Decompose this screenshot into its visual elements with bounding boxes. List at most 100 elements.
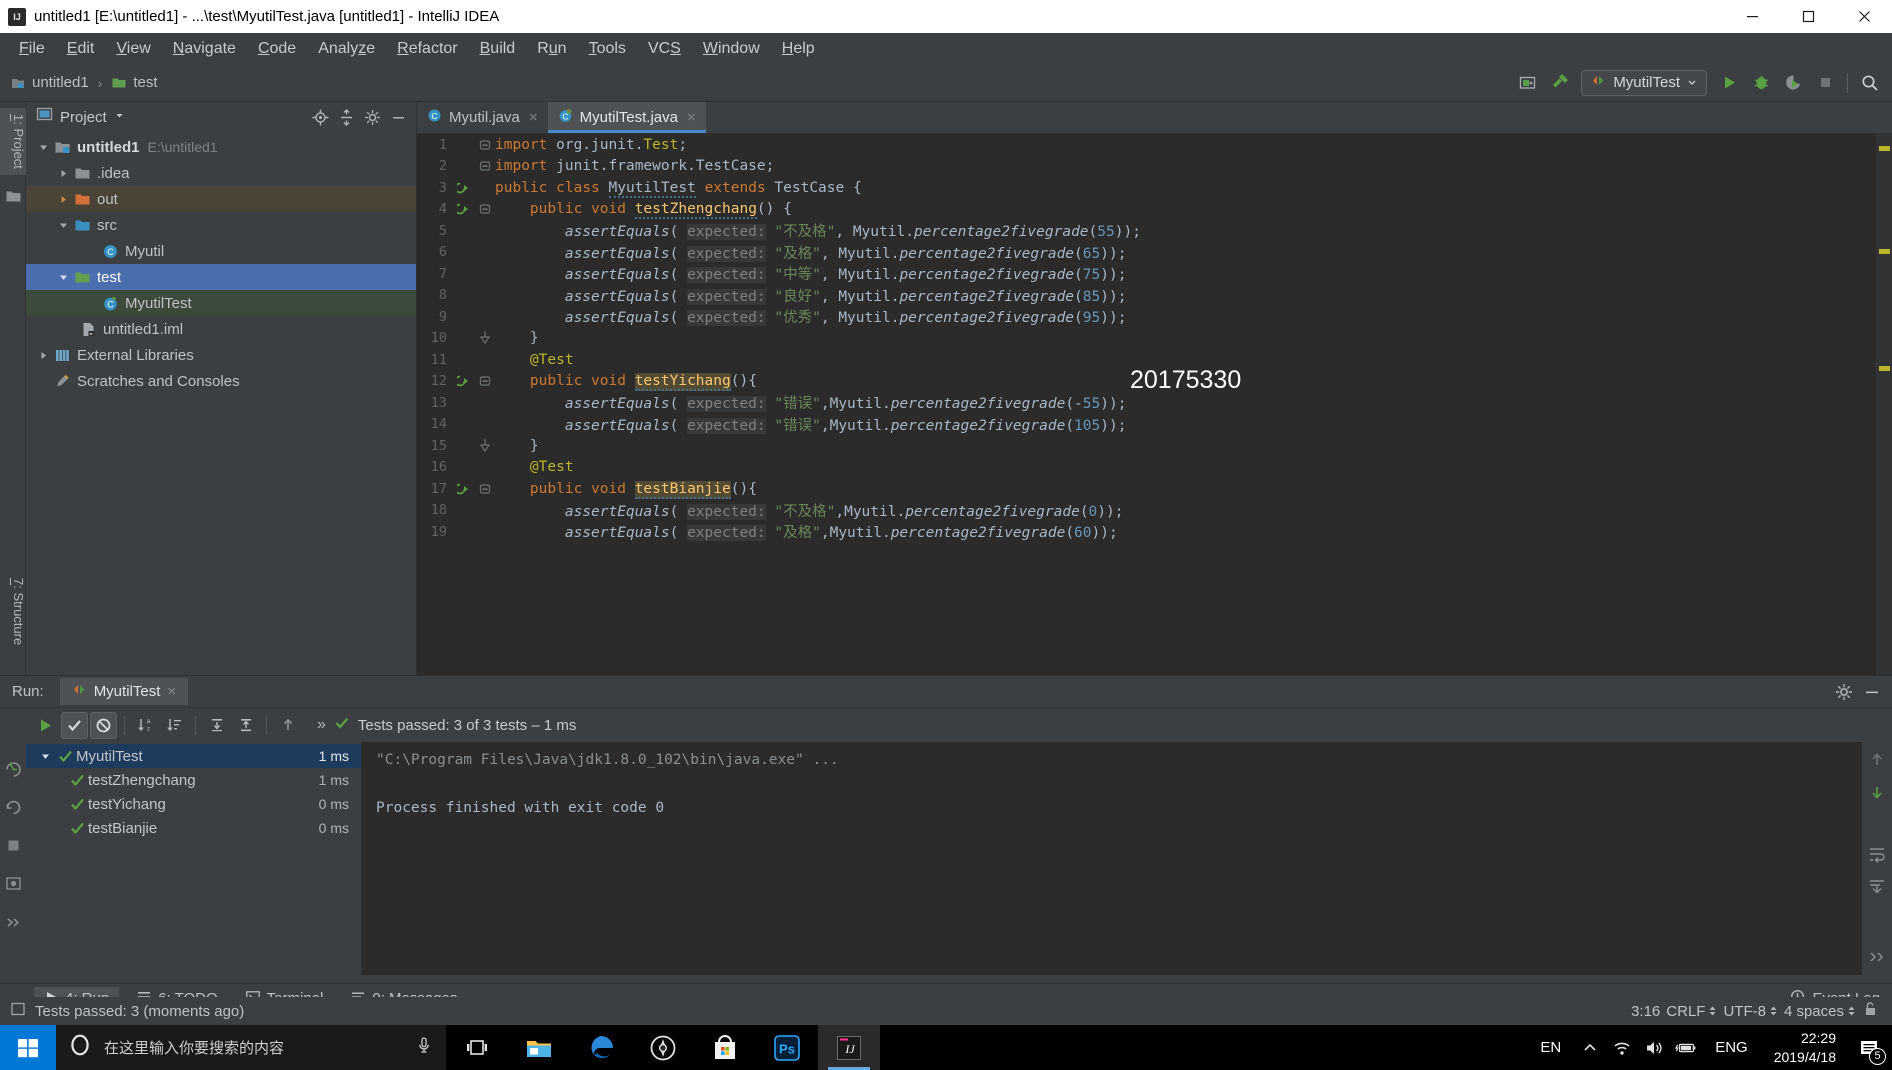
code-line[interactable]: 14 assertEquals( expected: "错误",Myutil.p… (417, 414, 1876, 436)
battery-charging-icon[interactable] (1675, 1037, 1697, 1059)
menu-navigate[interactable]: Navigate (162, 37, 247, 61)
code-line[interactable]: 2 import junit.framework.TestCase; (417, 156, 1876, 178)
run-with-coverage-icon[interactable] (1778, 68, 1808, 98)
gutter-fold-marker[interactable] (475, 331, 495, 345)
rerun-failed-icon[interactable] (4, 798, 23, 817)
code-line[interactable]: 9 assertEquals( expected: "优秀", Myutil.p… (417, 306, 1876, 328)
menu-vcs[interactable]: VCS (637, 37, 692, 61)
code-line[interactable]: 16 @Test (417, 457, 1876, 479)
tray-language-top[interactable]: EN (1532, 1037, 1569, 1058)
tab-myutiltest-java[interactable]: C MyutilTest.java × (547, 102, 706, 133)
taskbar-search-box[interactable]: 在这里输入你要搜索的内容 (56, 1025, 446, 1070)
code-line[interactable]: 15 } (417, 435, 1876, 457)
gutter-fold-marker[interactable] (475, 202, 495, 216)
tree-item-external-libraries[interactable]: External Libraries (26, 342, 416, 368)
code-line[interactable]: 7 assertEquals( expected: "中等", Myutil.p… (417, 263, 1876, 285)
rerun-icon[interactable] (32, 712, 59, 739)
sort-alphabetically-icon[interactable]: az (132, 712, 159, 739)
locate-icon[interactable] (308, 105, 332, 129)
breadcrumb-untitled1[interactable]: untitled1 (10, 74, 89, 91)
gutter-run-marker[interactable] (453, 374, 475, 388)
chevron-down-icon[interactable] (114, 108, 125, 126)
hide-icon[interactable] (1860, 680, 1884, 704)
encoding-chip[interactable]: UTF-8 (1723, 1003, 1778, 1020)
menu-tools[interactable]: Tools (578, 37, 637, 61)
close-button[interactable] (1836, 0, 1892, 33)
tree-item-myutil[interactable]: C Myutil (26, 238, 416, 264)
gear-icon[interactable] (1832, 680, 1856, 704)
code-line[interactable]: 5 assertEquals( expected: "不及格", Myutil.… (417, 220, 1876, 242)
file-explorer-icon[interactable] (508, 1025, 570, 1070)
speaker-icon[interactable] (1643, 1037, 1665, 1059)
gutter-run-marker[interactable] (453, 482, 475, 496)
gutter-fold-marker[interactable] (475, 159, 495, 173)
chevron-down-icon[interactable] (54, 220, 72, 231)
scroll-to-end-icon[interactable] (1867, 876, 1887, 896)
test-row-myutiltest[interactable]: MyutilTest 1 ms (26, 744, 361, 768)
gutter-run-marker[interactable] (453, 202, 475, 216)
tree-item-myutiltest[interactable]: C MyutilTest (26, 290, 416, 316)
tree-item-test[interactable]: test (26, 264, 416, 290)
sort-by-duration-icon[interactable] (161, 712, 188, 739)
chevron-down-icon[interactable] (54, 272, 72, 283)
gutter-fold-marker[interactable] (475, 374, 495, 388)
code-line[interactable]: 10 } (417, 328, 1876, 350)
close-icon[interactable]: × (529, 109, 538, 126)
action-center-icon[interactable]: 5 (1854, 1033, 1886, 1065)
line-separator-chip[interactable]: CRLF (1666, 1003, 1717, 1020)
photoshop-icon[interactable]: Ps (756, 1025, 818, 1070)
gutter-run-marker[interactable] (453, 181, 475, 195)
tray-language[interactable]: ENG (1707, 1037, 1756, 1058)
expand-all-icon[interactable] (203, 712, 230, 739)
code-line[interactable]: 17 public void testBianjie(){ (417, 478, 1876, 500)
stop-icon[interactable] (4, 836, 23, 855)
collapse-all-icon[interactable] (334, 105, 358, 129)
close-icon[interactable]: × (687, 109, 696, 126)
select-in-icon[interactable] (1512, 68, 1542, 98)
overflow-icon[interactable]: » (317, 716, 326, 734)
wifi-icon[interactable] (1611, 1037, 1633, 1059)
sidebar-item-structure[interactable]: 7: Structure (0, 572, 26, 651)
build-hammer-icon[interactable] (1544, 68, 1574, 98)
scroll-down-icon[interactable] (1867, 782, 1887, 802)
menu-run[interactable]: Run (526, 37, 577, 61)
microphone-icon[interactable] (414, 1035, 434, 1060)
windows-start-icon[interactable] (0, 1025, 56, 1070)
test-row-testbianjie[interactable]: testBianjie 0 ms (26, 816, 361, 840)
maximize-button[interactable] (1780, 0, 1836, 33)
chevron-right-icon[interactable] (34, 350, 52, 361)
run-configuration-selector[interactable]: MyutilTest (1581, 69, 1707, 96)
tree-item-src[interactable]: src (26, 212, 416, 238)
code-line[interactable]: 4 public void testZhengchang() { (417, 199, 1876, 221)
ide-message-icon[interactable] (10, 1001, 26, 1021)
menu-window[interactable]: Window (692, 37, 771, 61)
console-output[interactable]: "C:\Program Files\Java\jdk1.8.0_102\bin\… (362, 742, 1892, 975)
run-tab-myutiltest[interactable]: MyutilTest × (59, 678, 189, 705)
menu-edit[interactable]: Edit (56, 37, 106, 61)
export-icon[interactable] (4, 874, 23, 893)
chevron-right-icon[interactable] (54, 168, 72, 179)
code-line[interactable]: 6 assertEquals( expected: "及格", Myutil.p… (417, 242, 1876, 264)
gutter-fold-marker[interactable] (475, 438, 495, 453)
test-results-tree[interactable]: MyutilTest 1 ms testZhengchang 1 ms test… (26, 742, 362, 975)
debug-icon[interactable] (1746, 68, 1776, 98)
menu-file[interactable]: File (8, 37, 56, 61)
show-passed-icon[interactable] (61, 711, 88, 739)
more-icon[interactable] (1867, 947, 1887, 967)
indent-chip[interactable]: 4 spaces (1784, 1003, 1856, 1020)
stop-icon[interactable] (1810, 68, 1840, 98)
caret-position[interactable]: 3:16 (1631, 1003, 1660, 1020)
tab-myutil-java[interactable]: C Myutil.java × (417, 102, 548, 133)
test-row-testyichang[interactable]: testYichang 0 ms (26, 792, 361, 816)
code-line[interactable]: 18 assertEquals( expected: "不及格",Myutil.… (417, 500, 1876, 522)
prev-failed-icon[interactable] (274, 712, 301, 739)
menu-refactor[interactable]: Refactor (386, 37, 468, 61)
unlocked-icon[interactable] (1862, 1001, 1878, 1021)
menu-analyze[interactable]: Analyze (307, 37, 386, 61)
code-line[interactable]: 19 assertEquals( expected: "及格",Myutil.p… (417, 521, 1876, 543)
collapse-all-icon[interactable] (232, 712, 259, 739)
code-line[interactable]: 8 assertEquals( expected: "良好", Myutil.p… (417, 285, 1876, 307)
tree-item-untitled1-iml[interactable]: untitled1.iml (26, 316, 416, 342)
hide-icon[interactable] (386, 105, 410, 129)
microsoft-edge-icon[interactable] (570, 1025, 632, 1070)
